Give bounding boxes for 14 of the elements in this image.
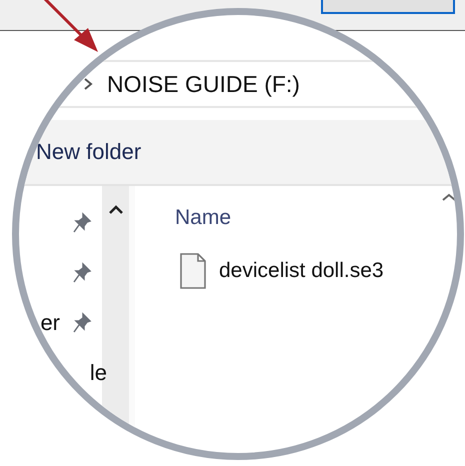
nav-item-label[interactable]: er: [40, 310, 60, 336]
path-text: NOISE GUIDE (F:): [107, 70, 300, 98]
file-icon: [179, 252, 207, 290]
sort-caret-icon[interactable]: [441, 192, 457, 202]
scroll-up-icon[interactable]: [108, 204, 124, 214]
chevron-icon: [83, 77, 93, 91]
pin-icon[interactable]: [72, 212, 92, 234]
nav-item-label[interactable]: le: [90, 360, 107, 386]
name-column-header[interactable]: Name: [175, 206, 232, 230]
file-name[interactable]: devicelist doll.se3: [219, 259, 384, 283]
pin-icon[interactable]: [72, 262, 92, 284]
pin-icon[interactable]: [72, 312, 92, 334]
address-bar[interactable]: NOISE GUIDE (F:): [19, 60, 457, 108]
new-folder-button[interactable]: New folder: [36, 139, 142, 165]
